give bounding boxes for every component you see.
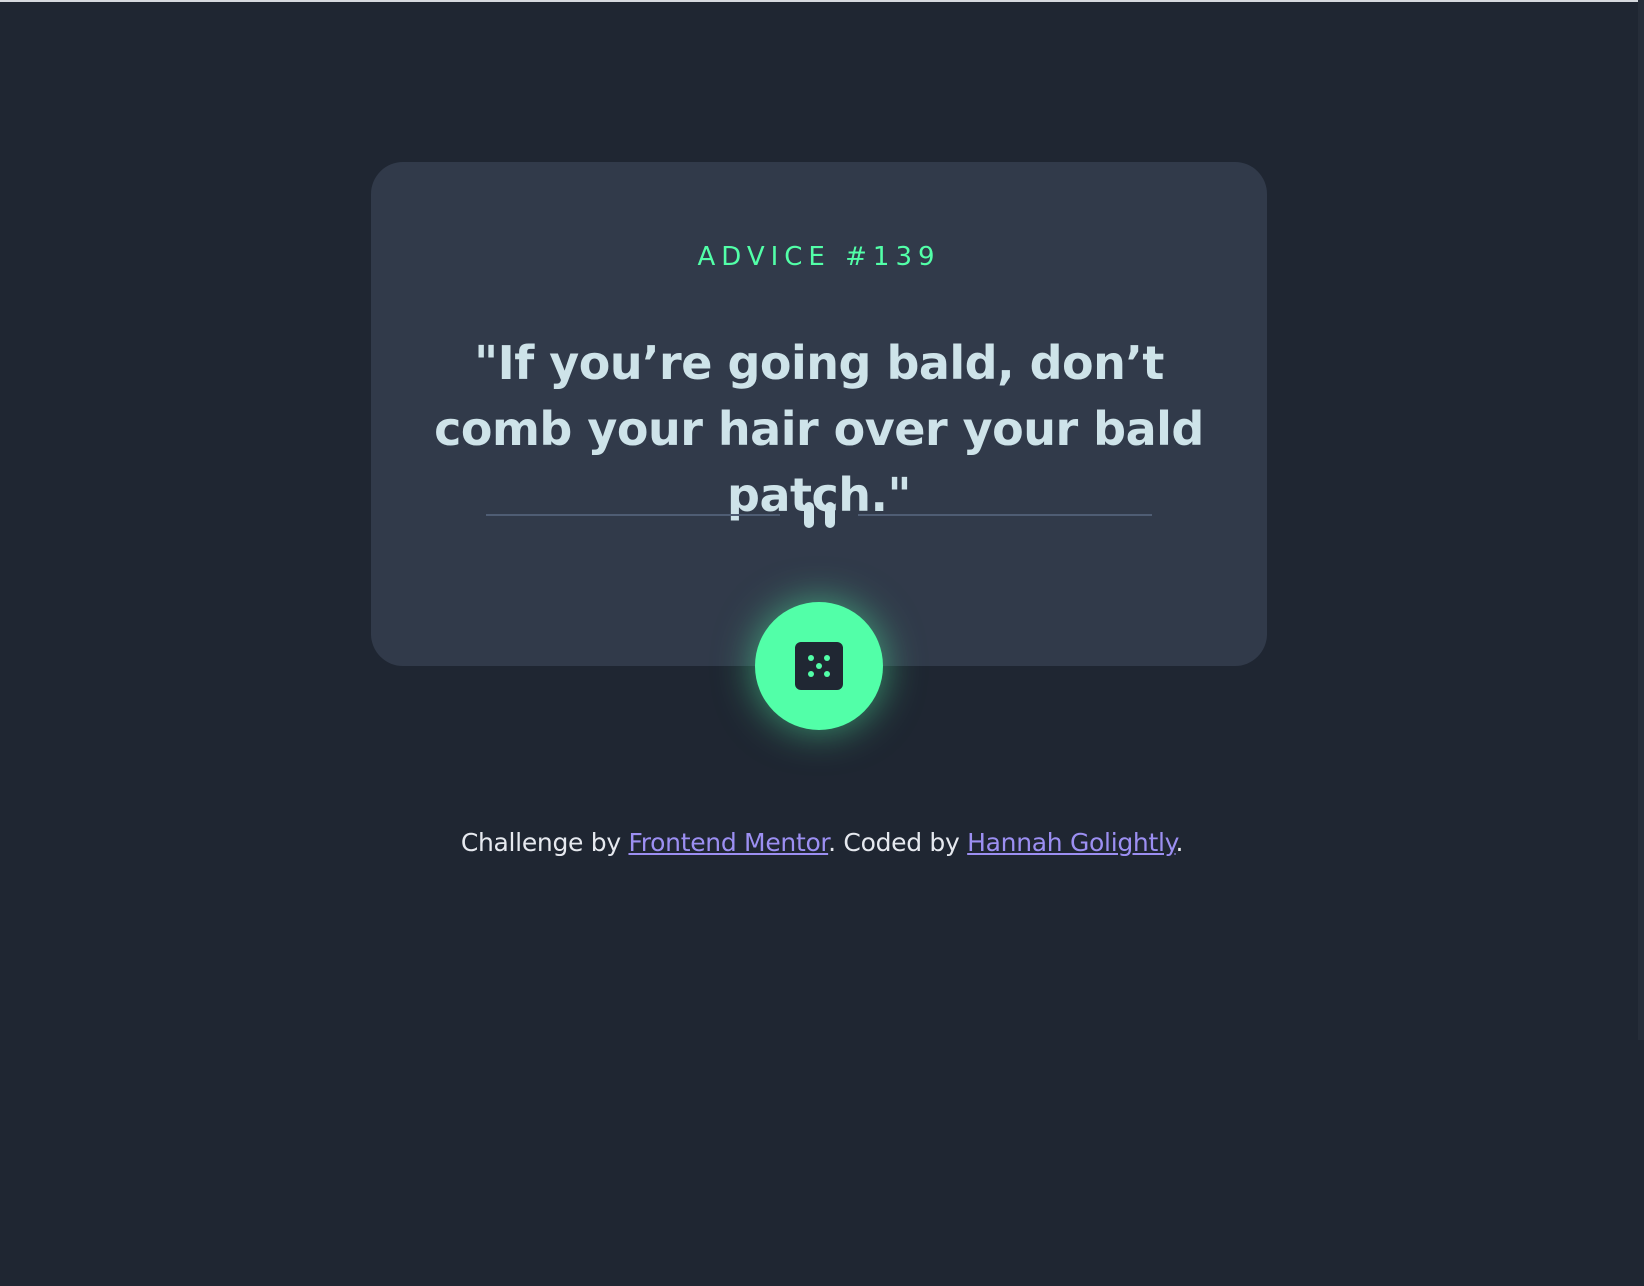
attribution-footer: Challenge by Frontend Mentor. Coded by H… [0, 828, 1644, 857]
scrollbar-track [1638, 0, 1644, 1040]
new-advice-button[interactable] [755, 602, 883, 730]
attribution-prefix: Challenge by [460, 828, 629, 857]
attribution-suffix: . [1175, 828, 1184, 857]
advice-quote: "If you’re going bald, don’t comb your h… [434, 336, 1204, 522]
pause-icon [804, 502, 836, 528]
author-link[interactable]: Hannah Golightly [967, 828, 1176, 857]
window-top-border [0, 0, 1644, 2]
divider-line-right [858, 514, 1152, 516]
attribution-middle: . Coded by [828, 828, 968, 857]
advice-number: ADVICE #139 [697, 242, 941, 272]
divider-line-left [486, 514, 780, 516]
advice-card: ADVICE #139 "If you’re going bald, don’t… [371, 162, 1267, 666]
frontend-mentor-link[interactable]: Frontend Mentor [628, 828, 828, 857]
dice-icon [795, 642, 843, 690]
pattern-divider [486, 502, 1152, 528]
